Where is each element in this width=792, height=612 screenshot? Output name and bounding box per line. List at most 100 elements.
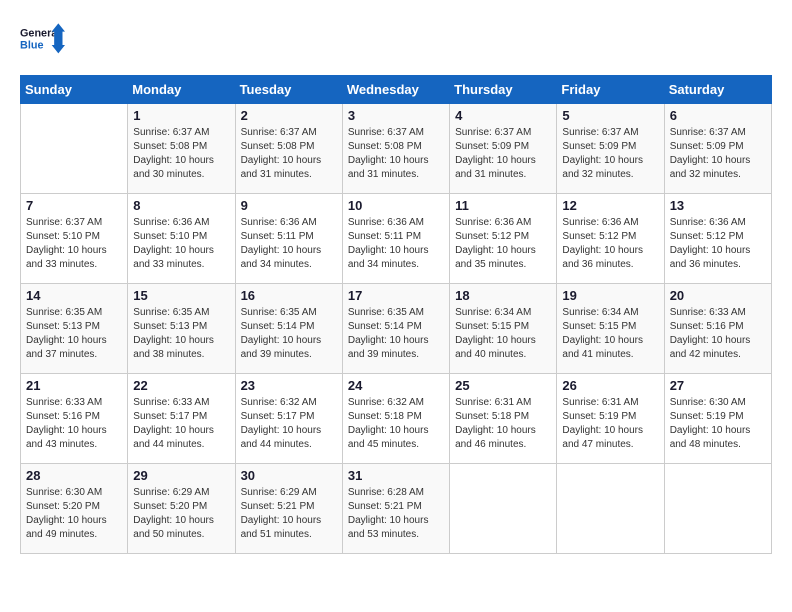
week-row-1: 1 Sunrise: 6:37 AM Sunset: 5:08 PM Daylig…: [21, 104, 772, 194]
day-info: Sunrise: 6:37 AM Sunset: 5:08 PM Dayligh…: [241, 126, 337, 182]
day-number: 3: [348, 108, 444, 123]
day-number: 20: [670, 288, 766, 303]
day-number: 4: [455, 108, 551, 123]
calendar-cell: 4 Sunrise: 6:37 AM Sunset: 5:09 PM Daylig…: [450, 104, 557, 194]
day-header-friday: Friday: [557, 76, 664, 104]
day-number: 1: [133, 108, 229, 123]
logo-icon: GeneralBlue: [20, 20, 70, 65]
week-row-4: 21 Sunrise: 6:33 AM Sunset: 5:16 PM Dayli…: [21, 374, 772, 464]
calendar-cell: 20 Sunrise: 6:33 AM Sunset: 5:16 PM Dayli…: [664, 284, 771, 374]
day-number: 27: [670, 378, 766, 393]
day-number: 2: [241, 108, 337, 123]
calendar-cell: 9Sunrise: 6:36 AM Sunset: 5:11 PM Daylig…: [235, 194, 342, 284]
calendar-table: SundayMondayTuesdayWednesdayThursdayFrid…: [20, 75, 772, 554]
calendar-cell: [557, 464, 664, 554]
day-info: Sunrise: 6:33 AM Sunset: 5:16 PM Dayligh…: [670, 306, 766, 362]
day-info: Sunrise: 6:28 AM Sunset: 5:21 PM Dayligh…: [348, 486, 444, 542]
day-info: Sunrise: 6:36 AM Sunset: 5:10 PM Dayligh…: [133, 216, 229, 272]
day-info: Sunrise: 6:31 AM Sunset: 5:18 PM Dayligh…: [455, 396, 551, 452]
day-number: 14: [26, 288, 122, 303]
day-number: 30: [241, 468, 337, 483]
day-number: 13: [670, 198, 766, 213]
day-info: Sunrise: 6:29 AM Sunset: 5:20 PM Dayligh…: [133, 486, 229, 542]
day-header-sunday: Sunday: [21, 76, 128, 104]
day-info: Sunrise: 6:37 AM Sunset: 5:08 PM Dayligh…: [133, 126, 229, 182]
calendar-cell: 3Sunrise: 6:37 AM Sunset: 5:08 PM Daylig…: [342, 104, 449, 194]
calendar-cell: 19 Sunrise: 6:34 AM Sunset: 5:15 PM Dayli…: [557, 284, 664, 374]
day-info: Sunrise: 6:37 AM Sunset: 5:09 PM Dayligh…: [670, 126, 766, 182]
day-info: Sunrise: 6:30 AM Sunset: 5:20 PM Dayligh…: [26, 486, 122, 542]
calendar-cell: 14 Sunrise: 6:35 AM Sunset: 5:13 PM Dayli…: [21, 284, 128, 374]
calendar-cell: 7Sunrise: 6:37 AM Sunset: 5:10 PM Daylig…: [21, 194, 128, 284]
calendar-cell: 18 Sunrise: 6:34 AM Sunset: 5:15 PM Dayli…: [450, 284, 557, 374]
week-row-3: 14 Sunrise: 6:35 AM Sunset: 5:13 PM Dayli…: [21, 284, 772, 374]
day-number: 11: [455, 198, 551, 213]
calendar-cell: 10 Sunrise: 6:36 AM Sunset: 5:11 PM Dayli…: [342, 194, 449, 284]
day-info: Sunrise: 6:37 AM Sunset: 5:09 PM Dayligh…: [455, 126, 551, 182]
calendar-cell: 28Sunrise: 6:30 AM Sunset: 5:20 PM Dayli…: [21, 464, 128, 554]
day-info: Sunrise: 6:36 AM Sunset: 5:11 PM Dayligh…: [348, 216, 444, 272]
day-info: Sunrise: 6:35 AM Sunset: 5:14 PM Dayligh…: [348, 306, 444, 362]
day-number: 15: [133, 288, 229, 303]
day-info: Sunrise: 6:33 AM Sunset: 5:16 PM Dayligh…: [26, 396, 122, 452]
day-info: Sunrise: 6:30 AM Sunset: 5:19 PM Dayligh…: [670, 396, 766, 452]
calendar-cell: 21 Sunrise: 6:33 AM Sunset: 5:16 PM Dayli…: [21, 374, 128, 464]
calendar-cell: 27 Sunrise: 6:30 AM Sunset: 5:19 PM Dayli…: [664, 374, 771, 464]
calendar-cell: 8Sunrise: 6:36 AM Sunset: 5:10 PM Daylig…: [128, 194, 235, 284]
day-info: Sunrise: 6:34 AM Sunset: 5:15 PM Dayligh…: [562, 306, 658, 362]
calendar-cell: 24 Sunrise: 6:32 AM Sunset: 5:18 PM Dayli…: [342, 374, 449, 464]
day-info: Sunrise: 6:29 AM Sunset: 5:21 PM Dayligh…: [241, 486, 337, 542]
calendar-cell: 25Sunrise: 6:31 AM Sunset: 5:18 PM Dayli…: [450, 374, 557, 464]
day-number: 31: [348, 468, 444, 483]
day-header-thursday: Thursday: [450, 76, 557, 104]
day-header-monday: Monday: [128, 76, 235, 104]
calendar-cell: [450, 464, 557, 554]
day-info: Sunrise: 6:33 AM Sunset: 5:17 PM Dayligh…: [133, 396, 229, 452]
logo: GeneralBlue: [20, 20, 70, 65]
calendar-cell: 5 Sunrise: 6:37 AM Sunset: 5:09 PM Daylig…: [557, 104, 664, 194]
calendar-cell: 1 Sunrise: 6:37 AM Sunset: 5:08 PM Daylig…: [128, 104, 235, 194]
calendar-cell: [21, 104, 128, 194]
day-number: 26: [562, 378, 658, 393]
day-info: Sunrise: 6:35 AM Sunset: 5:13 PM Dayligh…: [26, 306, 122, 362]
day-info: Sunrise: 6:36 AM Sunset: 5:12 PM Dayligh…: [455, 216, 551, 272]
calendar-cell: 26Sunrise: 6:31 AM Sunset: 5:19 PM Dayli…: [557, 374, 664, 464]
days-header-row: SundayMondayTuesdayWednesdayThursdayFrid…: [21, 76, 772, 104]
day-number: 17: [348, 288, 444, 303]
week-row-5: 28Sunrise: 6:30 AM Sunset: 5:20 PM Dayli…: [21, 464, 772, 554]
day-info: Sunrise: 6:36 AM Sunset: 5:12 PM Dayligh…: [562, 216, 658, 272]
calendar-cell: 11 Sunrise: 6:36 AM Sunset: 5:12 PM Dayli…: [450, 194, 557, 284]
day-number: 21: [26, 378, 122, 393]
day-number: 7: [26, 198, 122, 213]
calendar-cell: 22 Sunrise: 6:33 AM Sunset: 5:17 PM Dayli…: [128, 374, 235, 464]
day-info: Sunrise: 6:35 AM Sunset: 5:14 PM Dayligh…: [241, 306, 337, 362]
calendar-cell: 30 Sunrise: 6:29 AM Sunset: 5:21 PM Dayli…: [235, 464, 342, 554]
calendar-cell: 2 Sunrise: 6:37 AM Sunset: 5:08 PM Daylig…: [235, 104, 342, 194]
day-info: Sunrise: 6:32 AM Sunset: 5:17 PM Dayligh…: [241, 396, 337, 452]
day-info: Sunrise: 6:35 AM Sunset: 5:13 PM Dayligh…: [133, 306, 229, 362]
calendar-cell: 12Sunrise: 6:36 AM Sunset: 5:12 PM Dayli…: [557, 194, 664, 284]
day-number: 29: [133, 468, 229, 483]
day-info: Sunrise: 6:32 AM Sunset: 5:18 PM Dayligh…: [348, 396, 444, 452]
day-number: 5: [562, 108, 658, 123]
calendar-cell: 31 Sunrise: 6:28 AM Sunset: 5:21 PM Dayli…: [342, 464, 449, 554]
day-number: 24: [348, 378, 444, 393]
day-number: 18: [455, 288, 551, 303]
day-number: 10: [348, 198, 444, 213]
calendar-cell: 6Sunrise: 6:37 AM Sunset: 5:09 PM Daylig…: [664, 104, 771, 194]
svg-text:Blue: Blue: [20, 39, 43, 51]
calendar-cell: 17 Sunrise: 6:35 AM Sunset: 5:14 PM Dayli…: [342, 284, 449, 374]
day-number: 23: [241, 378, 337, 393]
day-info: Sunrise: 6:37 AM Sunset: 5:09 PM Dayligh…: [562, 126, 658, 182]
calendar-cell: 29 Sunrise: 6:29 AM Sunset: 5:20 PM Dayli…: [128, 464, 235, 554]
day-header-wednesday: Wednesday: [342, 76, 449, 104]
calendar-cell: 15 Sunrise: 6:35 AM Sunset: 5:13 PM Dayli…: [128, 284, 235, 374]
day-info: Sunrise: 6:36 AM Sunset: 5:11 PM Dayligh…: [241, 216, 337, 272]
week-row-2: 7Sunrise: 6:37 AM Sunset: 5:10 PM Daylig…: [21, 194, 772, 284]
day-info: Sunrise: 6:34 AM Sunset: 5:15 PM Dayligh…: [455, 306, 551, 362]
header-section: GeneralBlue: [20, 20, 772, 65]
day-header-tuesday: Tuesday: [235, 76, 342, 104]
day-number: 16: [241, 288, 337, 303]
day-number: 22: [133, 378, 229, 393]
day-number: 19: [562, 288, 658, 303]
